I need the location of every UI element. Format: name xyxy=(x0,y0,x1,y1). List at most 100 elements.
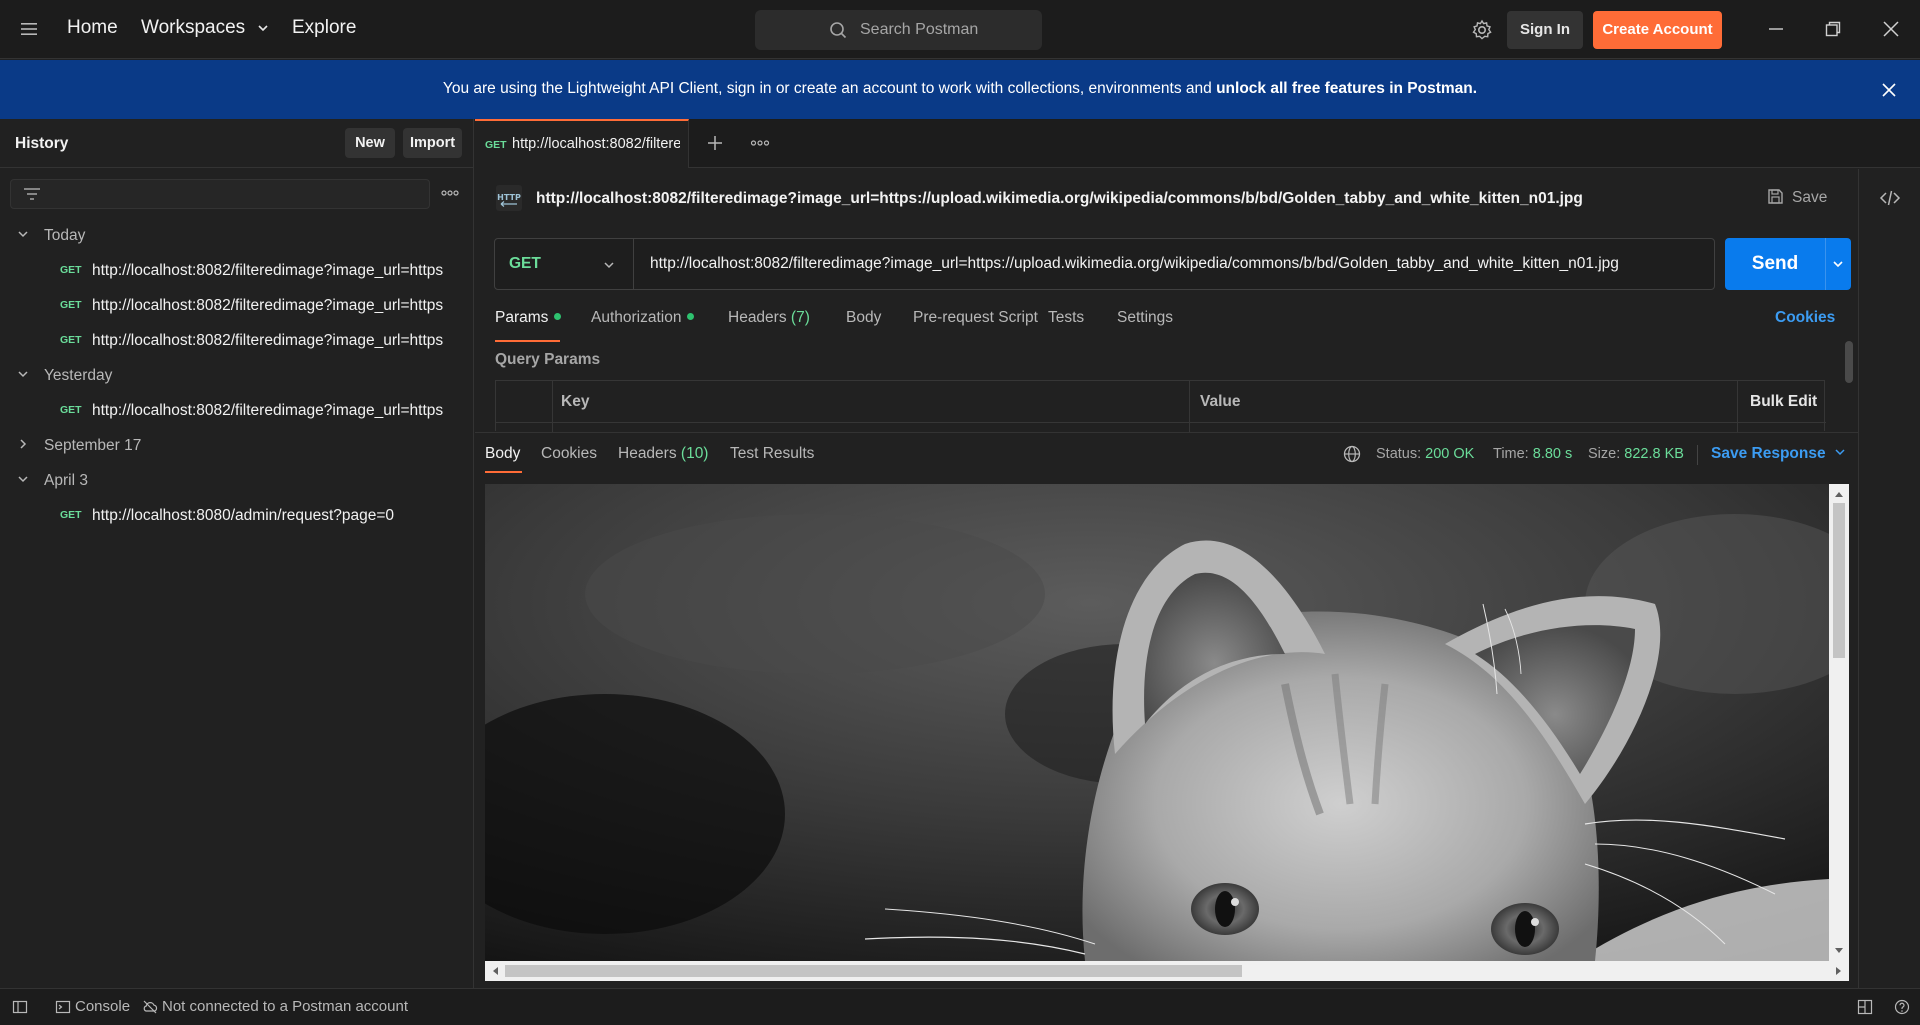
headers-count: (7) xyxy=(790,309,810,326)
scroll-down-arrow-icon[interactable] xyxy=(1834,947,1844,955)
method-badge: GET xyxy=(60,509,82,521)
request-panel: HTTP http://localhost:8082/filteredimage… xyxy=(475,169,1858,432)
nav-workspaces-label: Workspaces xyxy=(141,17,246,38)
send-button[interactable]: Send xyxy=(1725,238,1851,290)
checkbox-column xyxy=(496,381,553,432)
right-context-bar xyxy=(1858,169,1920,988)
tab-body[interactable]: Body xyxy=(846,309,881,327)
chevron-down-icon xyxy=(18,231,28,238)
response-headers-label: Headers xyxy=(618,445,677,462)
banner-bold-text: unlock all free features in Postman. xyxy=(1216,80,1478,97)
tab-tests[interactable]: Tests xyxy=(1048,309,1084,327)
console-icon xyxy=(55,1000,71,1014)
response-vertical-scrollbar[interactable] xyxy=(1829,484,1849,961)
tab-pre-request-script[interactable]: Pre-request Script xyxy=(913,309,1038,327)
tab-settings[interactable]: Settings xyxy=(1117,309,1173,327)
new-button[interactable]: New xyxy=(345,128,395,158)
search-box[interactable]: Search Postman xyxy=(755,10,1042,50)
tab-authorization[interactable]: Authorization xyxy=(591,309,695,327)
history-item[interactable]: GET http://localhost:8082/filteredimage?i… xyxy=(60,262,465,280)
history-url: http://localhost:8080/admin/request?page… xyxy=(92,507,395,524)
banner-message: You are using the Lightweight API Client… xyxy=(0,80,1920,98)
send-options-chevron-icon[interactable] xyxy=(1831,257,1845,271)
status-bar: Console Not connected to a Postman accou… xyxy=(0,988,1920,1025)
history-group-april-3[interactable]: April 3 xyxy=(16,472,88,490)
method-badge: GET xyxy=(60,334,82,346)
lightweight-client-banner: You are using the Lightweight API Client… xyxy=(0,60,1920,119)
group-label: April 3 xyxy=(44,472,88,489)
request-scrollbar[interactable] xyxy=(1845,341,1853,383)
response-horizontal-scrollbar[interactable] xyxy=(485,961,1849,981)
connection-status: Not connected to a Postman account xyxy=(162,998,408,1015)
key-header: Key xyxy=(561,393,590,410)
tab-authorization-label: Authorization xyxy=(591,309,682,326)
response-tab-headers[interactable]: Headers (10) xyxy=(618,445,708,463)
hamburger-menu-icon[interactable] xyxy=(20,20,38,38)
response-tab-test-results[interactable]: Test Results xyxy=(730,445,814,463)
layout-icon[interactable] xyxy=(1857,999,1873,1015)
scroll-left-arrow-icon[interactable] xyxy=(491,966,499,976)
horizontal-scroll-thumb[interactable] xyxy=(505,965,1242,977)
url-input[interactable]: http://localhost:8082/filteredimage?imag… xyxy=(650,255,1619,273)
history-url: http://localhost:8082/filteredimage?imag… xyxy=(92,402,444,419)
chevron-down-icon xyxy=(258,25,269,32)
nav-home[interactable]: Home xyxy=(67,17,118,39)
save-button[interactable]: Save xyxy=(1767,188,1827,207)
time-value: 8.80 s xyxy=(1532,446,1573,462)
filter-icon xyxy=(24,188,40,200)
nav-explore[interactable]: Explore xyxy=(292,17,356,39)
url-bar: GET http://localhost:8082/filteredimage?… xyxy=(494,238,1715,290)
history-group-yesterday[interactable]: Yesterday xyxy=(16,367,112,385)
settings-gear-icon[interactable] xyxy=(1471,19,1493,41)
window-restore-icon[interactable] xyxy=(1823,19,1843,39)
response-tab-body[interactable]: Body xyxy=(485,445,520,463)
save-label: Save xyxy=(1792,189,1828,206)
scroll-up-arrow-icon[interactable] xyxy=(1834,490,1844,498)
import-button[interactable]: Import xyxy=(403,128,462,158)
history-group-september-17[interactable]: September 17 xyxy=(16,437,141,455)
window-minimize-icon[interactable] xyxy=(1766,19,1786,39)
tab-method: GET xyxy=(485,139,507,151)
scroll-right-arrow-icon[interactable] xyxy=(1835,966,1843,976)
banner-close-icon[interactable] xyxy=(1881,82,1897,98)
bulk-edit-button[interactable]: Bulk Edit xyxy=(1750,393,1817,411)
group-label: Yesterday xyxy=(44,367,113,384)
value-header: Value xyxy=(1200,393,1241,410)
globe-icon[interactable] xyxy=(1343,445,1361,463)
response-active-underline xyxy=(485,471,522,473)
history-group-today[interactable]: Today xyxy=(16,227,85,245)
help-icon[interactable] xyxy=(1894,999,1910,1015)
save-response-label: Save Response xyxy=(1711,445,1826,462)
code-snippet-icon[interactable] xyxy=(1879,189,1901,207)
create-account-button[interactable]: Create Account xyxy=(1593,11,1722,49)
method-select[interactable]: GET xyxy=(495,239,634,289)
save-response-button[interactable]: Save Response xyxy=(1711,445,1846,463)
history-url: http://localhost:8082/filteredimage?imag… xyxy=(92,297,444,314)
response-tab-cookies[interactable]: Cookies xyxy=(541,445,597,463)
status-label: Status: xyxy=(1376,446,1422,462)
time-label: Time: xyxy=(1493,446,1529,462)
authorization-active-dot xyxy=(687,313,695,320)
toggle-sidebar-icon[interactable] xyxy=(12,999,28,1015)
history-item[interactable]: GET http://localhost:8080/admin/request?p… xyxy=(60,507,465,525)
nav-workspaces[interactable]: Workspaces xyxy=(141,17,270,39)
response-status: Status: 200 OK xyxy=(1376,446,1474,462)
tab-more-options-icon[interactable] xyxy=(750,139,770,147)
request-title[interactable]: http://localhost:8082/filteredimage?imag… xyxy=(536,190,1583,208)
history-filter-input[interactable] xyxy=(10,179,430,209)
history-item[interactable]: GET http://localhost:8082/filteredimage?i… xyxy=(60,332,465,350)
tab-params[interactable]: Params xyxy=(495,309,562,327)
sign-in-button[interactable]: Sign In xyxy=(1507,11,1583,49)
request-tab[interactable]: GET http://localhost:8082/filteredimage?… xyxy=(475,119,689,168)
search-placeholder: Search Postman xyxy=(860,21,979,38)
new-tab-plus-icon[interactable] xyxy=(706,134,724,152)
response-headers-count: (10) xyxy=(680,445,709,462)
cookies-link[interactable]: Cookies xyxy=(1775,309,1835,327)
tab-headers[interactable]: Headers (7) xyxy=(728,309,810,327)
history-item[interactable]: GET http://localhost:8082/filteredimage?i… xyxy=(60,402,465,420)
more-options-icon[interactable] xyxy=(441,189,459,197)
window-close-icon[interactable] xyxy=(1881,19,1901,39)
vertical-scroll-thumb[interactable] xyxy=(1833,503,1845,658)
history-item[interactable]: GET http://localhost:8082/filteredimage?i… xyxy=(60,297,465,315)
tab-url: http://localhost:8082/filteredimage?imag… xyxy=(512,136,680,152)
